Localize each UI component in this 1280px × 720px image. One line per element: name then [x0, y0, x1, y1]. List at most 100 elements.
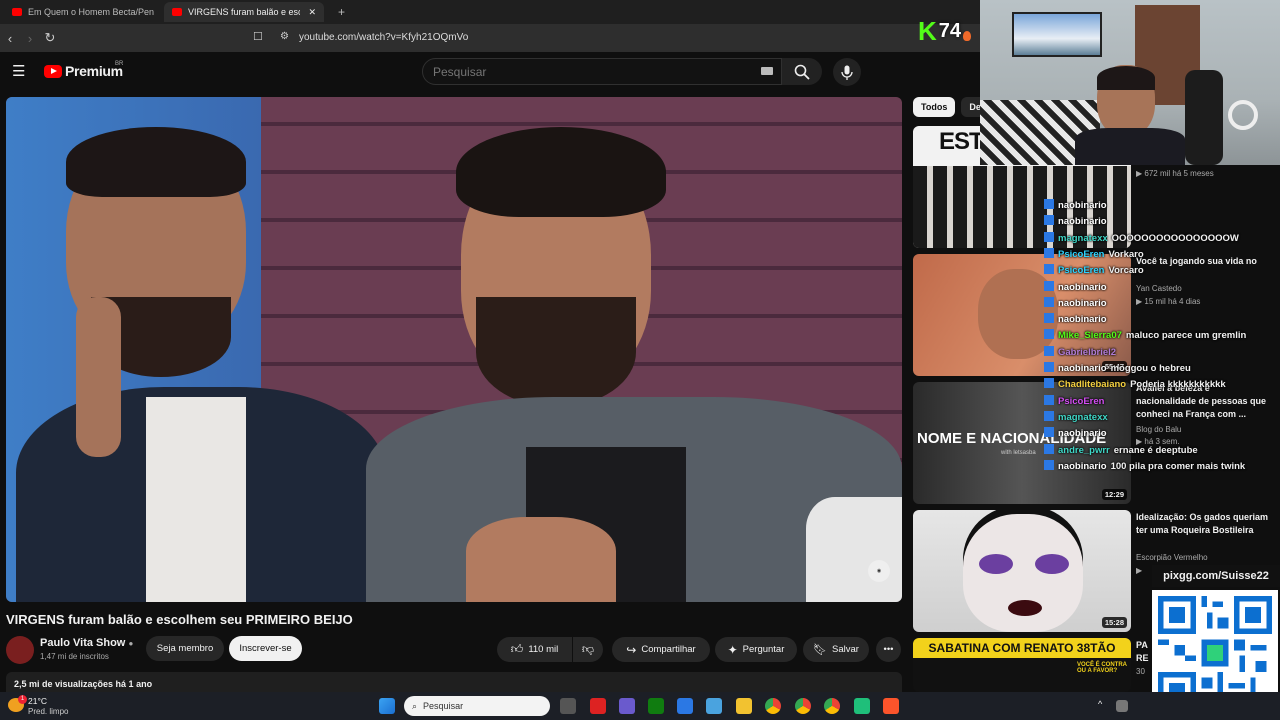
thumbnail-5-text: SABATINA COM RENATO 38TÃO: [913, 638, 1131, 658]
tab-close-icon[interactable]: ✕: [308, 7, 316, 18]
tray-overflow-icon[interactable]: ^: [1098, 699, 1102, 709]
webcam-streamer-hair: [1097, 66, 1155, 90]
chat-badge-icon: [1044, 394, 1054, 405]
voice-search-button[interactable]: [833, 58, 861, 86]
app-icon-light-blue[interactable]: [706, 698, 722, 714]
chat-message: PsicoEren Vorcaro: [1044, 264, 1144, 276]
flame-icon: [963, 30, 972, 41]
task-view-icon[interactable]: [560, 698, 576, 714]
app-icon-green[interactable]: [854, 698, 870, 714]
tab-1[interactable]: Em Quem o Homem Becta/Pencil De: [4, 2, 154, 22]
chat-message: naobinario: [1044, 313, 1111, 325]
taskbar-search[interactable]: ⌕ Pesquisar: [404, 696, 550, 716]
chat-text: ernane é deeptube: [1113, 444, 1198, 456]
chat-badge-icon: [1044, 329, 1054, 340]
channel-avatar[interactable]: [6, 636, 34, 664]
more-actions-button[interactable]: •••: [876, 637, 901, 662]
webcam-wall-picture: [1012, 12, 1102, 57]
reload-icon[interactable]: ↻: [40, 30, 60, 46]
chrome-icon-2[interactable]: [824, 698, 840, 714]
subscriber-count: 1,47 mi de inscritos: [40, 652, 109, 661]
dislike-button[interactable]: 👎︎: [573, 637, 603, 662]
recommendation-thumbnail-4[interactable]: 15:28: [913, 510, 1131, 632]
search-button[interactable]: [782, 58, 822, 85]
search-input[interactable]: [423, 59, 743, 84]
site-info-icon[interactable]: ⚙: [280, 31, 289, 42]
keyboard-icon[interactable]: [761, 67, 773, 75]
chat-username: Gabrielbriel2: [1058, 346, 1117, 358]
chat-message: naobinario: [1044, 199, 1111, 211]
recommendation-thumbnail-5[interactable]: SABATINA COM RENATO 38TÃO VOCÊ É CONTRA …: [913, 638, 1131, 692]
chrome-icon-active[interactable]: [795, 698, 811, 714]
app-icon-vpn[interactable]: [619, 698, 635, 714]
youtube-header: ☰ Premium BR: [0, 52, 910, 92]
tab-2-label: VIRGENS furam balão e escolhem: [188, 7, 301, 17]
notification-badge: 1: [18, 695, 27, 704]
app-icon-red[interactable]: [590, 698, 606, 714]
tray-icon[interactable]: [1116, 700, 1128, 712]
chat-username: naobinario: [1058, 363, 1107, 374]
chat-username: magnatexx: [1058, 232, 1108, 244]
chat-message: andre_pwrr ernane é deeptube: [1044, 443, 1198, 456]
tab-1-label: Em Quem o Homem Becta/Pencil De: [28, 7, 154, 17]
youtube-favicon-icon: [12, 8, 22, 16]
more-icon: •••: [883, 644, 894, 655]
save-button[interactable]: 🔖︎ Salvar: [803, 637, 869, 662]
xbox-icon[interactable]: [648, 698, 664, 714]
ask-button[interactable]: ✦ Perguntar: [715, 637, 797, 662]
tab-2[interactable]: VIRGENS furam balão e escolhem ✕: [164, 2, 324, 22]
chat-message: naobinario moggou o hebreu: [1044, 362, 1191, 374]
chat-badge-icon: [1044, 443, 1054, 454]
weather-temperature: 21°C: [28, 696, 47, 706]
logo-region: BR: [115, 61, 124, 67]
microphone-icon: [841, 65, 853, 80]
video-hand-right: [466, 517, 616, 602]
recommendation-5-title[interactable]: PA RE: [1136, 639, 1150, 665]
kick-viewer-counter: K 74: [918, 16, 972, 47]
webcam-headphones: [1228, 100, 1258, 130]
chat-badge-icon: [1044, 231, 1054, 242]
recommendation-3-channel[interactable]: Blog do Balu: [1136, 424, 1181, 436]
new-tab-button[interactable]: +: [330, 2, 353, 22]
chat-badge-icon: [1044, 378, 1054, 389]
recommendation-2-title[interactable]: Você ta jogando sua vida no: [1136, 255, 1271, 268]
video-player[interactable]: ◉: [6, 97, 902, 602]
windows-taskbar: 1 21°C Pred. limpo ⌕ Pesquisar ^: [0, 692, 1280, 720]
thumbnail-5-subtext: VOCÊ É CONTRA OU A FAVOR?: [1077, 662, 1127, 674]
chat-text: maluco parece um gremlin: [1125, 330, 1247, 342]
sparkle-icon: ✦: [727, 642, 738, 657]
menu-icon[interactable]: ☰: [12, 62, 25, 80]
back-icon[interactable]: ‹: [0, 31, 20, 46]
url-field[interactable]: youtube.com/watch?v=Kfyh21OQmVo: [299, 32, 468, 43]
chrome-icon[interactable]: [765, 698, 781, 714]
recommendation-4-title[interactable]: Idealização: Os gados queriam ter uma Ro…: [1136, 511, 1271, 537]
taskbar-search-placeholder: Pesquisar: [423, 701, 464, 711]
bookmark-icon[interactable]: ☐: [253, 30, 263, 43]
chat-text: Vorcaro: [1108, 265, 1144, 277]
brave-icon[interactable]: [883, 698, 899, 714]
join-button[interactable]: Seja membro: [146, 636, 224, 661]
app-icon-blue[interactable]: [677, 698, 693, 714]
kick-logo-icon: K: [918, 16, 937, 46]
forward-icon[interactable]: ›: [20, 31, 40, 46]
channel-watermark-icon[interactable]: ◉: [868, 560, 890, 582]
youtube-play-icon: [44, 65, 62, 78]
like-button[interactable]: 👍︎ 110 mil: [497, 637, 572, 662]
share-button[interactable]: ↪ Compartilhar: [612, 637, 710, 662]
chat-message: Chadlitebaiano Poderia kkkkkkkkkkk: [1044, 378, 1226, 390]
subscribe-button[interactable]: Inscrever-se: [229, 636, 302, 661]
description-box[interactable]: 2,5 mi de visualizações há 1 ano: [6, 672, 902, 692]
streamer-webcam: [980, 0, 1280, 165]
recommendation-4-channel[interactable]: Escorpião Vermelho: [1136, 552, 1208, 564]
file-explorer-icon[interactable]: [736, 698, 752, 714]
chat-badge-icon: [1044, 427, 1054, 438]
chip-all[interactable]: Todos: [913, 97, 956, 117]
chat-username: naobinario: [1058, 216, 1107, 228]
windows-start-icon[interactable]: [379, 698, 395, 714]
channel-name[interactable]: Paulo Vita Show ●: [40, 637, 133, 649]
viewer-count: 74: [938, 20, 962, 42]
video-beard-right: [476, 297, 636, 407]
recommendation-2-channel[interactable]: Yan Castedo: [1136, 283, 1182, 295]
chat-username: magnatexx: [1058, 411, 1108, 423]
chat-text: Poderia kkkkkkkkkkk: [1130, 379, 1226, 391]
